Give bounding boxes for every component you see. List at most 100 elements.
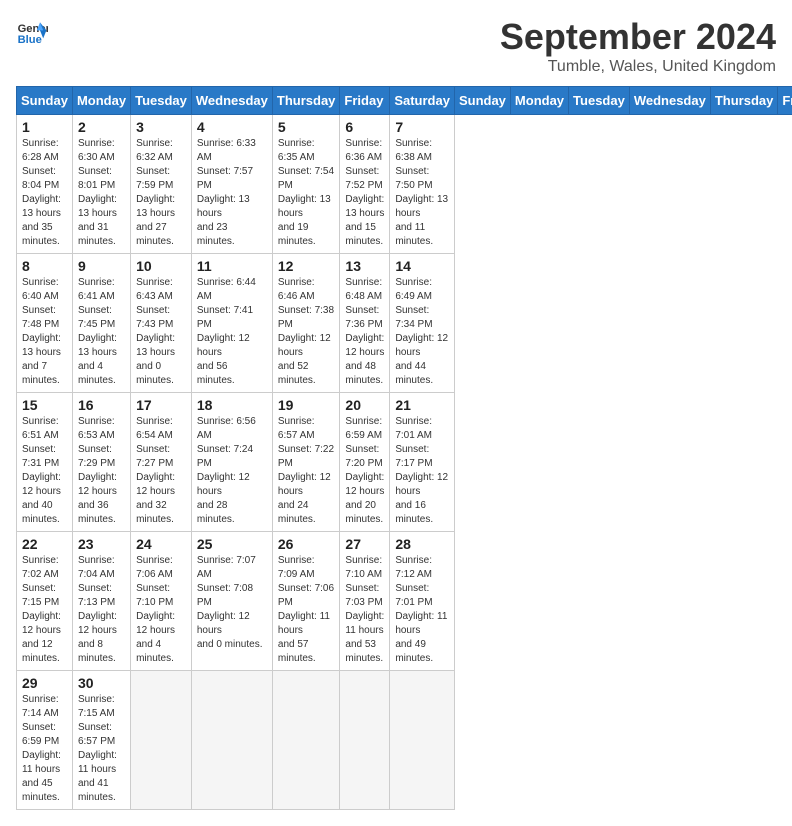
day-header-wednesday: Wednesday (629, 87, 710, 115)
calendar-cell: 30 Sunrise: 7:15 AM Sunset: 6:57 PM Dayli… (72, 671, 130, 810)
calendar-cell: 6 Sunrise: 6:36 AM Sunset: 7:52 PM Daylig… (340, 115, 390, 254)
day-number: 23 (78, 536, 125, 552)
day-number: 25 (197, 536, 267, 552)
calendar-cell: 14 Sunrise: 6:49 AM Sunset: 7:34 PM Dayli… (390, 254, 455, 393)
month-title: September 2024 (500, 16, 776, 58)
calendar-week-1: 1 Sunrise: 6:28 AM Sunset: 8:04 PM Daylig… (17, 115, 792, 254)
day-info: Sunrise: 6:35 AM Sunset: 7:54 PM Dayligh… (278, 137, 335, 249)
calendar-cell: 23 Sunrise: 7:04 AM Sunset: 7:13 PM Dayli… (72, 532, 130, 671)
day-number: 26 (278, 536, 335, 552)
day-header-wednesday: Wednesday (191, 87, 272, 115)
calendar-cell: 13Sunrise: 6:48 AM Sunset: 7:36 PM Dayli… (340, 254, 390, 393)
day-info: Sunrise: 6:49 AM Sunset: 7:34 PM Dayligh… (395, 276, 449, 388)
calendar-cell: 12Sunrise: 6:46 AM Sunset: 7:38 PM Dayli… (272, 254, 340, 393)
day-info: Sunrise: 6:28 AM Sunset: 8:04 PM Dayligh… (22, 137, 67, 249)
day-info: Sunrise: 6:54 AM Sunset: 7:27 PM Dayligh… (136, 415, 186, 527)
day-info: Sunrise: 6:32 AM Sunset: 7:59 PM Dayligh… (136, 137, 186, 249)
day-number: 28 (395, 536, 449, 552)
day-info: Sunrise: 7:15 AM Sunset: 6:57 PM Dayligh… (78, 693, 125, 805)
calendar-cell: 28 Sunrise: 7:12 AM Sunset: 7:01 PM Dayli… (390, 532, 455, 671)
calendar-cell (191, 671, 272, 810)
calendar-cell: 25 Sunrise: 7:07 AM Sunset: 7:08 PM Dayli… (191, 532, 272, 671)
day-header-monday: Monday (72, 87, 130, 115)
calendar-cell: 1 Sunrise: 6:28 AM Sunset: 8:04 PM Daylig… (17, 115, 73, 254)
svg-text:Blue: Blue (18, 34, 42, 46)
day-number: 5 (278, 119, 335, 135)
day-info: Sunrise: 7:12 AM Sunset: 7:01 PM Dayligh… (395, 554, 449, 666)
day-info: Sunrise: 6:30 AM Sunset: 8:01 PM Dayligh… (78, 137, 125, 249)
calendar-cell: 16 Sunrise: 6:53 AM Sunset: 7:29 PM Dayli… (72, 393, 130, 532)
day-info: Sunrise: 6:53 AM Sunset: 7:29 PM Dayligh… (78, 415, 125, 527)
day-header-saturday: Saturday (390, 87, 455, 115)
calendar-cell: 24 Sunrise: 7:06 AM Sunset: 7:10 PM Dayli… (131, 532, 192, 671)
day-info: Sunrise: 7:09 AM Sunset: 7:06 PM Dayligh… (278, 554, 335, 666)
day-info: Sunrise: 6:46 AM Sunset: 7:38 PM Dayligh… (278, 276, 335, 388)
calendar-cell: 3 Sunrise: 6:32 AM Sunset: 7:59 PM Daylig… (131, 115, 192, 254)
page-header: General Blue September 2024 Tumble, Wale… (16, 16, 776, 76)
day-info: Sunrise: 6:57 AM Sunset: 7:22 PM Dayligh… (278, 415, 335, 527)
day-header-tuesday: Tuesday (569, 87, 630, 115)
day-number: 29 (22, 675, 67, 691)
day-number: 7 (395, 119, 449, 135)
day-info: Sunrise: 7:06 AM Sunset: 7:10 PM Dayligh… (136, 554, 186, 666)
day-number: 11 (197, 258, 267, 274)
day-header-friday: Friday (778, 87, 792, 115)
day-info: Sunrise: 7:04 AM Sunset: 7:13 PM Dayligh… (78, 554, 125, 666)
calendar-week-2: 8Sunrise: 6:40 AM Sunset: 7:48 PM Daylig… (17, 254, 792, 393)
calendar-cell: 27 Sunrise: 7:10 AM Sunset: 7:03 PM Dayli… (340, 532, 390, 671)
day-number: 17 (136, 397, 186, 413)
calendar-week-3: 15Sunrise: 6:51 AM Sunset: 7:31 PM Dayli… (17, 393, 792, 532)
logo: General Blue (16, 16, 48, 48)
calendar-cell (390, 671, 455, 810)
calendar-cell: 11 Sunrise: 6:44 AM Sunset: 7:41 PM Dayli… (191, 254, 272, 393)
day-info: Sunrise: 7:02 AM Sunset: 7:15 PM Dayligh… (22, 554, 67, 666)
day-number: 19 (278, 397, 335, 413)
calendar-week-4: 22Sunrise: 7:02 AM Sunset: 7:15 PM Dayli… (17, 532, 792, 671)
day-info: Sunrise: 6:38 AM Sunset: 7:50 PM Dayligh… (395, 137, 449, 249)
calendar-cell: 15Sunrise: 6:51 AM Sunset: 7:31 PM Dayli… (17, 393, 73, 532)
day-number: 1 (22, 119, 67, 135)
day-header-friday: Friday (340, 87, 390, 115)
day-number: 14 (395, 258, 449, 274)
calendar-cell (272, 671, 340, 810)
day-number: 3 (136, 119, 186, 135)
day-number: 27 (345, 536, 384, 552)
day-info: Sunrise: 6:36 AM Sunset: 7:52 PM Dayligh… (345, 137, 384, 249)
title-block: September 2024 Tumble, Wales, United Kin… (500, 16, 776, 76)
location: Tumble, Wales, United Kingdom (500, 58, 776, 76)
day-number: 21 (395, 397, 449, 413)
calendar-cell: 21 Sunrise: 7:01 AM Sunset: 7:17 PM Dayli… (390, 393, 455, 532)
calendar-cell: 8Sunrise: 6:40 AM Sunset: 7:48 PM Daylig… (17, 254, 73, 393)
day-info: Sunrise: 6:48 AM Sunset: 7:36 PM Dayligh… (345, 276, 384, 388)
day-info: Sunrise: 7:07 AM Sunset: 7:08 PM Dayligh… (197, 554, 267, 652)
calendar-cell: 29 Sunrise: 7:14 AM Sunset: 6:59 PM Dayli… (17, 671, 73, 810)
calendar-cell (340, 671, 390, 810)
calendar-cell (131, 671, 192, 810)
day-header-thursday: Thursday (272, 87, 340, 115)
calendar-cell: 9Sunrise: 6:41 AM Sunset: 7:45 PM Daylig… (72, 254, 130, 393)
day-number: 6 (345, 119, 384, 135)
day-info: Sunrise: 6:43 AM Sunset: 7:43 PM Dayligh… (136, 276, 186, 388)
calendar-cell: 10Sunrise: 6:43 AM Sunset: 7:43 PM Dayli… (131, 254, 192, 393)
day-number: 20 (345, 397, 384, 413)
calendar-cell: 2Sunrise: 6:30 AM Sunset: 8:01 PM Daylig… (72, 115, 130, 254)
day-info: Sunrise: 7:01 AM Sunset: 7:17 PM Dayligh… (395, 415, 449, 527)
day-number: 4 (197, 119, 267, 135)
calendar-cell: 26 Sunrise: 7:09 AM Sunset: 7:06 PM Dayli… (272, 532, 340, 671)
day-info: Sunrise: 6:59 AM Sunset: 7:20 PM Dayligh… (345, 415, 384, 527)
logo-icon: General Blue (16, 16, 48, 48)
day-info: Sunrise: 6:40 AM Sunset: 7:48 PM Dayligh… (22, 276, 67, 388)
calendar-header-row: SundayMondayTuesdayWednesdayThursdayFrid… (17, 87, 792, 115)
calendar-cell: 19 Sunrise: 6:57 AM Sunset: 7:22 PM Dayli… (272, 393, 340, 532)
day-number: 24 (136, 536, 186, 552)
calendar-cell: 22Sunrise: 7:02 AM Sunset: 7:15 PM Dayli… (17, 532, 73, 671)
day-header-sunday: Sunday (454, 87, 510, 115)
calendar-cell: 18Sunrise: 6:56 AM Sunset: 7:24 PM Dayli… (191, 393, 272, 532)
day-info: Sunrise: 6:44 AM Sunset: 7:41 PM Dayligh… (197, 276, 267, 388)
day-info: Sunrise: 7:10 AM Sunset: 7:03 PM Dayligh… (345, 554, 384, 666)
day-number: 30 (78, 675, 125, 691)
day-info: Sunrise: 7:14 AM Sunset: 6:59 PM Dayligh… (22, 693, 67, 805)
day-header-thursday: Thursday (710, 87, 778, 115)
day-number: 16 (78, 397, 125, 413)
day-info: Sunrise: 6:51 AM Sunset: 7:31 PM Dayligh… (22, 415, 67, 527)
